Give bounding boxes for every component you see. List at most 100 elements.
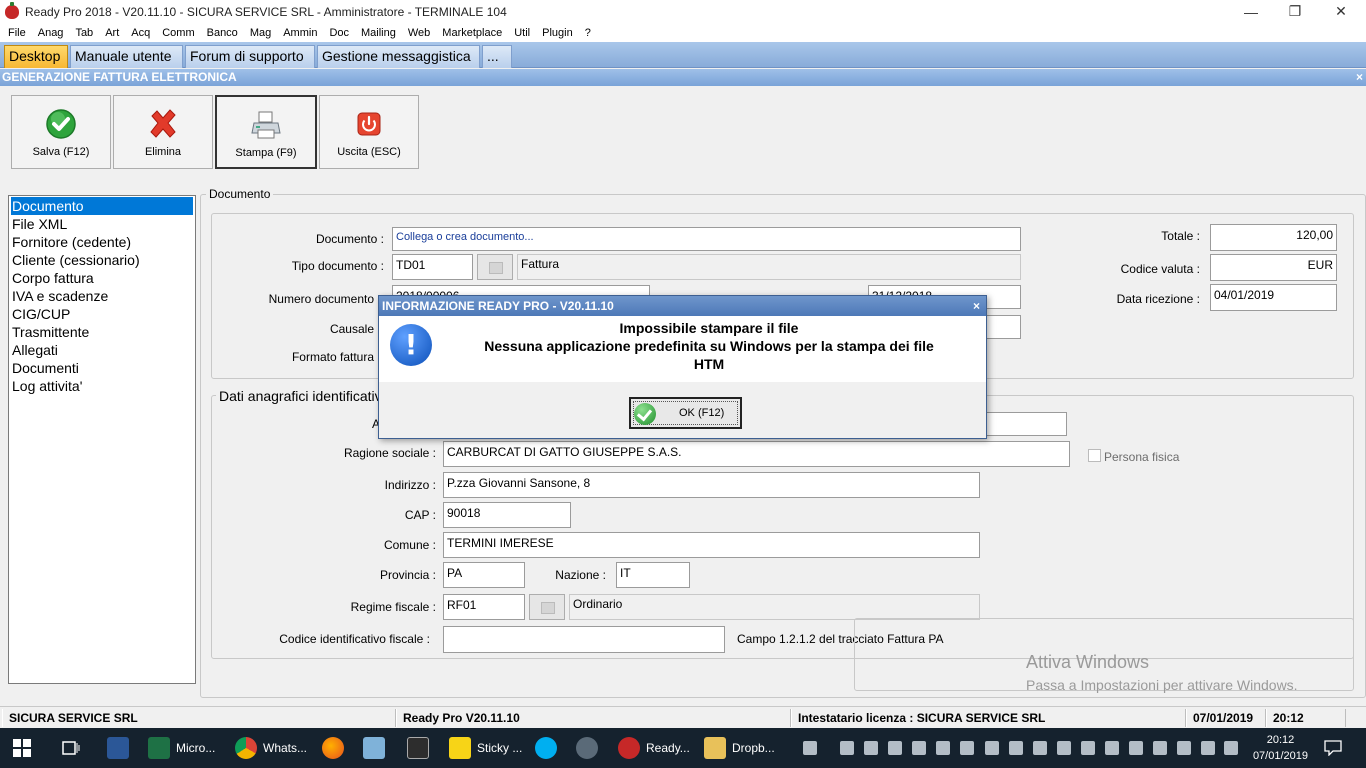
nav-item-iva-scadenze[interactable]: IVA e scadenze	[9, 287, 195, 305]
menu-mag[interactable]: Mag	[244, 27, 277, 39]
documento-link[interactable]: Collega o crea documento...	[392, 227, 1021, 251]
tipo-documento-code-field[interactable]: TD01	[392, 254, 473, 280]
menu-anag[interactable]: Anag	[32, 27, 70, 39]
taskbar-word[interactable]	[107, 728, 135, 768]
menu-file[interactable]: File	[2, 27, 32, 39]
checkmark-tray-icon[interactable]	[1129, 741, 1143, 755]
nav-item-documento[interactable]: Documento	[11, 197, 193, 215]
status-version: Ready Pro V20.11.10	[396, 709, 791, 727]
menu-help[interactable]: ?	[579, 27, 597, 39]
menu-art[interactable]: Art	[99, 27, 125, 39]
menu-marketplace[interactable]: Marketplace	[436, 27, 508, 39]
minimize-button[interactable]: —	[1228, 0, 1274, 23]
window-title: Ready Pro 2018 - V20.11.10 - SICURA SERV…	[25, 4, 507, 19]
taskbar-explorer-app[interactable]	[363, 728, 391, 768]
monitor-icon[interactable]	[1009, 741, 1023, 755]
regime-fiscale-desc-field: Ordinario	[569, 594, 980, 620]
nav-item-fornitore[interactable]: Fornitore (cedente)	[9, 233, 195, 251]
start-button[interactable]	[13, 728, 31, 768]
task-view-button[interactable]	[61, 728, 81, 768]
battery-tray-icon[interactable]	[1105, 741, 1119, 755]
notifications-button[interactable]	[1324, 728, 1342, 768]
cloud-upload-icon[interactable]	[840, 741, 854, 755]
people-icon[interactable]	[803, 741, 817, 755]
menu-comm[interactable]: Comm	[156, 27, 200, 39]
dropbox-tray-icon[interactable]	[985, 741, 999, 755]
menu-acq[interactable]: Acq	[125, 27, 156, 39]
battery-icon[interactable]	[1177, 741, 1191, 755]
nav-item-documenti[interactable]: Documenti	[9, 359, 195, 377]
taskbar-calculator[interactable]	[407, 728, 435, 768]
tab-desktop[interactable]: Desktop	[4, 45, 68, 68]
regime-fiscale-label: Regime fiscale :	[350, 600, 436, 614]
persona-fisica-checkbox[interactable]	[1088, 449, 1101, 462]
dialog-close-icon[interactable]: ×	[973, 296, 980, 316]
form-close-icon[interactable]: ×	[1356, 69, 1363, 86]
nav-item-log-attivita[interactable]: Log attivita'	[9, 377, 195, 395]
security-icon[interactable]	[960, 741, 974, 755]
indirizzo-field[interactable]: P.zza Giovanni Sansone, 8	[443, 472, 980, 498]
ok-button[interactable]: OK (F12)	[629, 397, 742, 429]
speaker-tray-icon[interactable]	[1033, 741, 1047, 755]
menu-mailing[interactable]: Mailing	[355, 27, 402, 39]
codice-fiscale-field[interactable]	[443, 626, 725, 653]
menu-tab[interactable]: Tab	[69, 27, 99, 39]
menu-util[interactable]: Util	[508, 27, 536, 39]
taskbar-skype[interactable]	[535, 728, 563, 768]
nav-item-cliente[interactable]: Cliente (cessionario)	[9, 251, 195, 269]
tab-more[interactable]: ...	[482, 45, 512, 68]
nav-item-file-xml[interactable]: File XML	[9, 215, 195, 233]
tab-manuale-utente[interactable]: Manuale utente	[70, 45, 183, 68]
volume-icon[interactable]	[1224, 741, 1238, 755]
maximize-button[interactable]: ❐	[1272, 0, 1318, 23]
save-button[interactable]: Salva (F12)	[11, 95, 111, 169]
wifi-icon[interactable]	[1201, 741, 1215, 755]
acrobat-icon[interactable]	[912, 741, 926, 755]
nazione-field[interactable]: IT	[616, 562, 690, 588]
menu-web[interactable]: Web	[402, 27, 436, 39]
bluetooth-icon[interactable]	[1153, 741, 1167, 755]
nav-item-corpo-fattura[interactable]: Corpo fattura	[9, 269, 195, 287]
dropbox-folder-icon	[704, 737, 726, 759]
data-ricezione-field[interactable]: 04/01/2019	[1210, 284, 1337, 311]
cap-field[interactable]: 90018	[443, 502, 571, 528]
nav-item-allegati[interactable]: Allegati	[9, 341, 195, 359]
menu-banco[interactable]: Banco	[201, 27, 244, 39]
nav-item-cig-cup[interactable]: CIG/CUP	[9, 305, 195, 323]
regime-fiscale-lookup-button[interactable]	[529, 594, 565, 620]
dialog-message-line-2: Nessuna applicazione predefinita su Wind…	[484, 338, 934, 354]
network-app-icon[interactable]	[888, 741, 902, 755]
taskbar-dropbox[interactable]: Dropb...	[704, 728, 775, 768]
tray-app-icon[interactable]	[936, 741, 950, 755]
nav-item-trasmittente[interactable]: Trasmittente	[9, 323, 195, 341]
totale-field[interactable]: 120,00	[1210, 224, 1337, 251]
sticky-notes-icon	[449, 737, 471, 759]
ragione-sociale-field[interactable]: CARBURCAT DI GATTO GIUSEPPE S.A.S.	[443, 441, 1070, 467]
print-button[interactable]: Stampa (F9)	[215, 95, 317, 169]
menu-plugin[interactable]: Plugin	[536, 27, 579, 39]
tab-gestione-messaggistica[interactable]: Gestione messaggistica	[317, 45, 480, 68]
taskbar-firefox[interactable]	[322, 728, 350, 768]
taskbar-ready-pro[interactable]: Ready...	[618, 728, 690, 768]
tipo-documento-lookup-button[interactable]	[477, 254, 513, 280]
tab-forum-supporto[interactable]: Forum di supporto	[185, 45, 315, 68]
taskbar-lock-app[interactable]	[576, 728, 604, 768]
tray-icon-extra[interactable]	[1081, 741, 1095, 755]
taskbar-chrome[interactable]: Whats...	[235, 728, 307, 768]
comune-field[interactable]: TERMINI IMERESE	[443, 532, 980, 558]
close-window-button[interactable]: ✕	[1318, 0, 1364, 23]
delete-button[interactable]: Elimina	[113, 95, 213, 169]
menu-ammin[interactable]: Ammin	[277, 27, 323, 39]
taskbar-clock[interactable]: 20:12 07/01/2019	[1253, 732, 1308, 764]
exit-button[interactable]: Uscita (ESC)	[319, 95, 419, 169]
teamviewer-icon[interactable]	[864, 741, 878, 755]
regime-fiscale-code-field[interactable]: RF01	[443, 594, 525, 620]
menu-doc[interactable]: Doc	[323, 27, 355, 39]
a-field[interactable]	[986, 412, 1067, 436]
taskbar-sticky-notes[interactable]: Sticky ...	[449, 728, 522, 768]
task-view-icon	[62, 741, 80, 755]
taskbar-excel[interactable]: Micro...	[148, 728, 215, 768]
onedrive-icon[interactable]	[1057, 741, 1071, 755]
provincia-field[interactable]: PA	[443, 562, 525, 588]
codice-valuta-field[interactable]: EUR	[1210, 254, 1337, 281]
